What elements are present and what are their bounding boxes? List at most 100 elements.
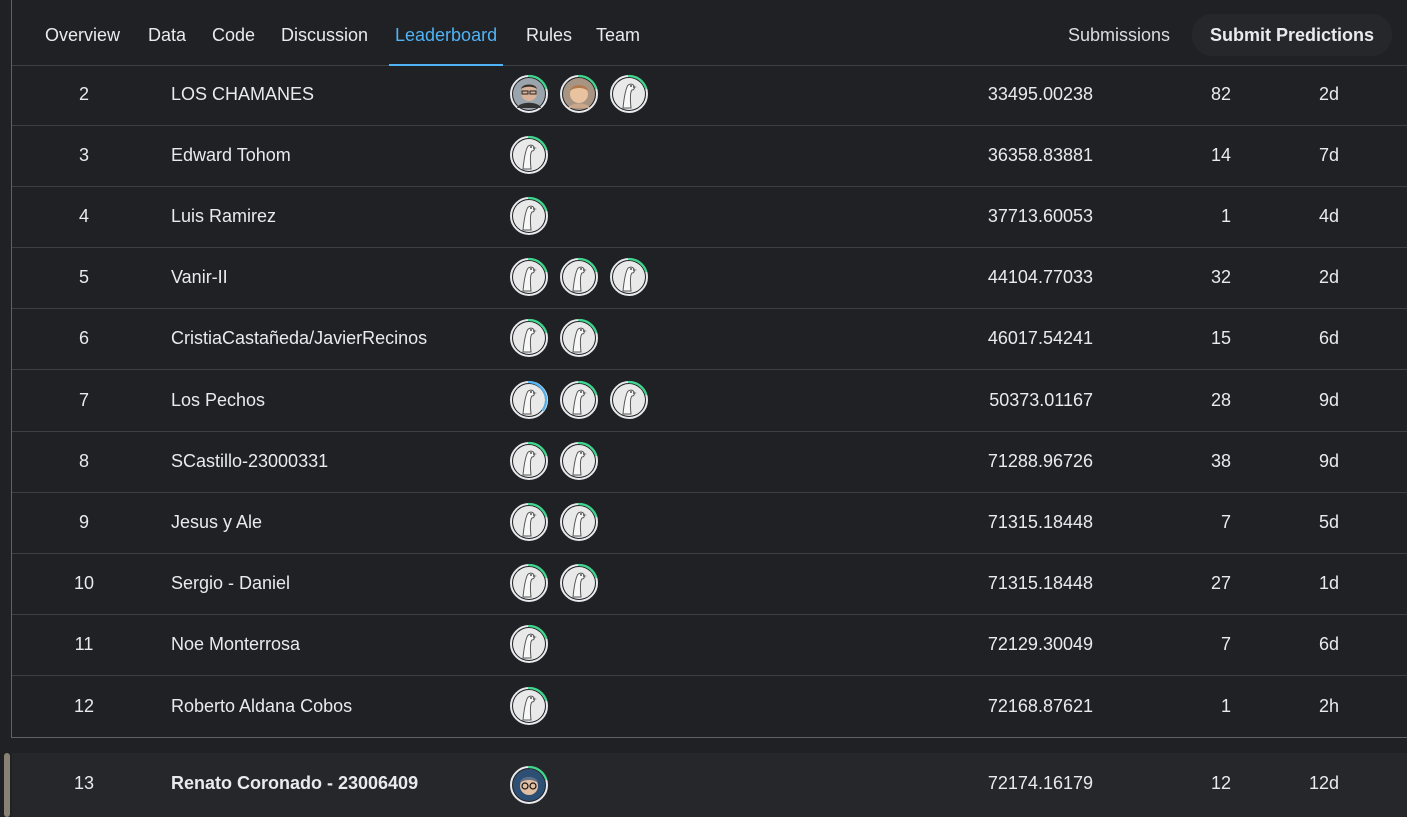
default-avatar-icon[interactable] bbox=[559, 441, 599, 481]
team-name[interactable]: Vanir-II bbox=[171, 247, 228, 308]
score-cell: 72168.87621 bbox=[987, 696, 1093, 716]
team-name[interactable]: SCastillo-23000331 bbox=[171, 431, 328, 492]
table-row[interactable]: 5 Vanir-II 44104.77033 32 2d bbox=[12, 247, 1407, 309]
table-row[interactable]: 8 SCastillo-23000331 71288.96726 38 9d bbox=[12, 431, 1407, 493]
own-team-row[interactable]: 13 Renato Coronado - 23006409 72174.1617… bbox=[12, 753, 1407, 817]
entries-cell: 28 bbox=[1210, 390, 1231, 410]
table-row[interactable]: 2 LOS CHAMANES 33495.00238 82 2d bbox=[12, 64, 1407, 126]
rank-cell: 13 bbox=[73, 773, 95, 793]
last-submission-cell: 9d bbox=[1318, 451, 1339, 471]
last-submission-cell: 2d bbox=[1318, 84, 1339, 104]
default-avatar-icon[interactable] bbox=[559, 257, 599, 297]
leaderboard-page: Overview Data Code Discussion Leaderboar… bbox=[0, 0, 1407, 817]
tab-team[interactable]: Team bbox=[596, 0, 640, 65]
team-name[interactable]: Noe Monterrosa bbox=[171, 614, 300, 675]
tab-leaderboard[interactable]: Leaderboard bbox=[388, 0, 504, 66]
entries-cell: 27 bbox=[1210, 573, 1231, 593]
table-row[interactable]: 6 CristiaCastañeda/JavierRecinos 46017.542… bbox=[12, 308, 1407, 370]
score-cell: 71288.96726 bbox=[987, 451, 1093, 471]
submit-predictions-button[interactable]: Submit Predictions bbox=[1192, 14, 1393, 56]
score-cell: 71315.18448 bbox=[987, 573, 1093, 593]
default-avatar-icon[interactable] bbox=[509, 318, 549, 358]
last-submission-cell: 7d bbox=[1318, 145, 1339, 165]
entries-cell: 32 bbox=[1210, 267, 1231, 287]
team-name[interactable]: CristiaCastañeda/JavierRecinos bbox=[171, 308, 427, 369]
default-avatar-icon[interactable] bbox=[509, 380, 549, 420]
team-name[interactable]: LOS CHAMANES bbox=[171, 64, 314, 125]
last-submission-cell: 2h bbox=[1318, 696, 1339, 716]
user-avatar[interactable] bbox=[509, 74, 549, 114]
rank-cell: 4 bbox=[78, 206, 89, 226]
tab-rules[interactable]: Rules bbox=[526, 0, 572, 65]
score-cell: 72174.16179 bbox=[987, 773, 1093, 793]
table-row[interactable]: 7 Los Pechos 50373.01167 28 9d bbox=[12, 370, 1407, 432]
rank-cell: 2 bbox=[78, 84, 89, 104]
team-name[interactable]: Jesus y Ale bbox=[171, 492, 262, 553]
score-cell: 71315.18448 bbox=[987, 512, 1093, 532]
default-avatar-icon[interactable] bbox=[509, 196, 549, 236]
entries-cell: 1 bbox=[1220, 206, 1231, 226]
default-avatar-icon[interactable] bbox=[509, 686, 549, 726]
table-row[interactable]: 12 Roberto Aldana Cobos 72168.87621 1 2h bbox=[12, 676, 1407, 738]
entries-cell: 14 bbox=[1210, 145, 1231, 165]
entries-cell: 7 bbox=[1220, 512, 1231, 532]
team-name[interactable]: Renato Coronado - 23006409 bbox=[171, 753, 418, 817]
last-submission-cell: 1d bbox=[1318, 573, 1339, 593]
user-avatar[interactable] bbox=[509, 765, 549, 805]
table-row[interactable]: 3 Edward Tohom 36358.83881 14 7d bbox=[12, 125, 1407, 187]
default-avatar-icon[interactable] bbox=[559, 563, 599, 603]
last-submission-cell: 12d bbox=[1308, 773, 1339, 793]
table-divider bbox=[12, 737, 1407, 738]
rank-cell: 11 bbox=[74, 634, 94, 654]
last-submission-cell: 5d bbox=[1318, 512, 1339, 532]
rank-cell: 10 bbox=[73, 573, 95, 593]
default-avatar-icon[interactable] bbox=[559, 380, 599, 420]
team-name[interactable]: Luis Ramirez bbox=[171, 186, 276, 247]
score-cell: 46017.54241 bbox=[987, 328, 1093, 348]
default-avatar-icon[interactable] bbox=[609, 74, 649, 114]
rank-cell: 6 bbox=[78, 328, 89, 348]
tab-code[interactable]: Code bbox=[212, 0, 255, 65]
entries-cell: 7 bbox=[1220, 634, 1231, 654]
last-submission-cell: 6d bbox=[1318, 634, 1339, 654]
score-cell: 50373.01167 bbox=[989, 390, 1093, 410]
table-row[interactable]: 11 Noe Monterrosa 72129.30049 7 6d bbox=[12, 614, 1407, 676]
team-name[interactable]: Edward Tohom bbox=[171, 125, 291, 186]
tab-data[interactable]: Data bbox=[148, 0, 186, 65]
default-avatar-icon[interactable] bbox=[509, 135, 549, 175]
entries-cell: 38 bbox=[1210, 451, 1231, 471]
tab-discussion[interactable]: Discussion bbox=[281, 0, 368, 65]
table-row[interactable]: 10 Sergio - Daniel 71315.18448 27 1d bbox=[12, 553, 1407, 615]
table-row[interactable]: 9 Jesus y Ale 71315.18448 7 5d bbox=[12, 492, 1407, 554]
default-avatar-icon[interactable] bbox=[559, 502, 599, 542]
score-cell: 72129.30049 bbox=[987, 634, 1093, 654]
last-submission-cell: 4d bbox=[1318, 206, 1339, 226]
default-avatar-icon[interactable] bbox=[509, 624, 549, 664]
team-name[interactable]: Los Pechos bbox=[171, 370, 265, 431]
last-submission-cell: 2d bbox=[1318, 267, 1339, 287]
rank-cell: 3 bbox=[78, 145, 89, 165]
rank-cell: 8 bbox=[78, 451, 89, 471]
own-row-marker bbox=[4, 753, 10, 817]
last-submission-cell: 9d bbox=[1318, 390, 1339, 410]
default-avatar-icon[interactable] bbox=[509, 502, 549, 542]
team-name[interactable]: Sergio - Daniel bbox=[171, 553, 290, 614]
default-avatar-icon[interactable] bbox=[609, 380, 649, 420]
entries-cell: 82 bbox=[1210, 84, 1231, 104]
default-avatar-icon[interactable] bbox=[509, 257, 549, 297]
rank-cell: 12 bbox=[73, 696, 95, 716]
rank-cell: 7 bbox=[78, 390, 89, 410]
default-avatar-icon[interactable] bbox=[559, 318, 599, 358]
entries-cell: 1 bbox=[1220, 696, 1231, 716]
score-cell: 36358.83881 bbox=[987, 145, 1093, 165]
default-avatar-icon[interactable] bbox=[509, 441, 549, 481]
submissions-link[interactable]: Submissions bbox=[1068, 0, 1170, 65]
default-avatar-icon[interactable] bbox=[509, 563, 549, 603]
team-name[interactable]: Roberto Aldana Cobos bbox=[171, 676, 352, 737]
user-avatar[interactable] bbox=[559, 74, 599, 114]
default-avatar-icon[interactable] bbox=[609, 257, 649, 297]
last-submission-cell: 6d bbox=[1318, 328, 1339, 348]
rank-cell: 5 bbox=[78, 267, 89, 287]
tab-overview[interactable]: Overview bbox=[45, 0, 120, 65]
table-row[interactable]: 4 Luis Ramirez 37713.60053 1 4d bbox=[12, 186, 1407, 248]
